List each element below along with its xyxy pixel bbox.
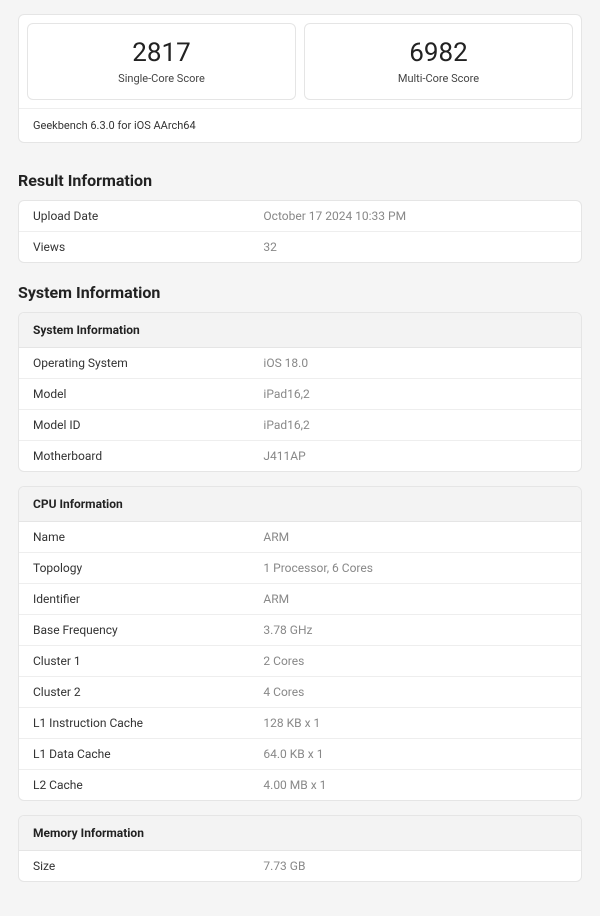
table-row: Base Frequency3.78 GHz [19, 615, 581, 646]
single-core-box: 2817 Single-Core Score [27, 23, 296, 100]
row-value: iPad16,2 [249, 379, 581, 409]
row-value: ARM [249, 522, 581, 552]
multi-core-label: Multi-Core Score [315, 72, 562, 85]
row-value: J411AP [249, 441, 581, 471]
row-value: 3.78 GHz [249, 615, 581, 645]
row-label: L1 Data Cache [19, 739, 249, 769]
row-label: Size [19, 851, 249, 881]
table-row: L1 Data Cache64.0 KB x 1 [19, 739, 581, 770]
multi-core-value: 6982 [315, 38, 562, 68]
table-row: Cluster 24 Cores [19, 677, 581, 708]
row-value: 4.00 MB x 1 [249, 770, 581, 800]
table-header: Memory Information [19, 816, 581, 851]
table-row: Model IDiPad16,2 [19, 410, 581, 441]
row-value: 4 Cores [249, 677, 581, 707]
row-label: Identifier [19, 584, 249, 614]
table-row: Operating SystemiOS 18.0 [19, 348, 581, 379]
row-value: iPad16,2 [249, 410, 581, 440]
row-value: October 17 2024 10:33 PM [249, 201, 581, 231]
row-label: Topology [19, 553, 249, 583]
table-row: L2 Cache4.00 MB x 1 [19, 770, 581, 800]
row-label: Motherboard [19, 441, 249, 471]
row-label: Name [19, 522, 249, 552]
row-value: 32 [249, 232, 581, 262]
info-table: Memory InformationSize7.73 GB [18, 815, 582, 882]
row-label: Cluster 2 [19, 677, 249, 707]
row-label: Model ID [19, 410, 249, 440]
table-header: System Information [19, 313, 581, 348]
result-info-table: Upload DateOctober 17 2024 10:33 PMViews… [18, 200, 582, 263]
table-row: Upload DateOctober 17 2024 10:33 PM [19, 201, 581, 232]
result-info-section: Result Information Upload DateOctober 17… [18, 171, 582, 263]
single-core-value: 2817 [38, 38, 285, 68]
scores-card: 2817 Single-Core Score 6982 Multi-Core S… [18, 14, 582, 143]
table-header: CPU Information [19, 487, 581, 522]
row-label: Model [19, 379, 249, 409]
table-row: Size7.73 GB [19, 851, 581, 881]
info-table: CPU InformationNameARMTopology1 Processo… [18, 486, 582, 801]
row-value: 7.73 GB [249, 851, 581, 881]
table-row: Topology1 Processor, 6 Cores [19, 553, 581, 584]
table-row: L1 Instruction Cache128 KB x 1 [19, 708, 581, 739]
row-value: 64.0 KB x 1 [249, 739, 581, 769]
row-label: L1 Instruction Cache [19, 708, 249, 738]
row-label: Upload Date [19, 201, 249, 231]
scores-row: 2817 Single-Core Score 6982 Multi-Core S… [19, 15, 581, 108]
system-info-title: System Information [18, 283, 582, 302]
row-value: iOS 18.0 [249, 348, 581, 378]
result-info-title: Result Information [18, 171, 582, 190]
row-label: Operating System [19, 348, 249, 378]
table-row: Views32 [19, 232, 581, 262]
system-info-section: System Information System InformationOpe… [18, 283, 582, 882]
multi-core-box: 6982 Multi-Core Score [304, 23, 573, 100]
row-label: Views [19, 232, 249, 262]
table-row: NameARM [19, 522, 581, 553]
table-row: ModeliPad16,2 [19, 379, 581, 410]
row-label: L2 Cache [19, 770, 249, 800]
row-value: ARM [249, 584, 581, 614]
row-value: 1 Processor, 6 Cores [249, 553, 581, 583]
version-row: Geekbench 6.3.0 for iOS AArch64 [19, 108, 581, 142]
row-label: Cluster 1 [19, 646, 249, 676]
table-row: MotherboardJ411AP [19, 441, 581, 471]
row-label: Base Frequency [19, 615, 249, 645]
info-table: System InformationOperating SystemiOS 18… [18, 312, 582, 472]
single-core-label: Single-Core Score [38, 72, 285, 85]
row-value: 128 KB x 1 [249, 708, 581, 738]
table-row: IdentifierARM [19, 584, 581, 615]
table-row: Cluster 12 Cores [19, 646, 581, 677]
row-value: 2 Cores [249, 646, 581, 676]
